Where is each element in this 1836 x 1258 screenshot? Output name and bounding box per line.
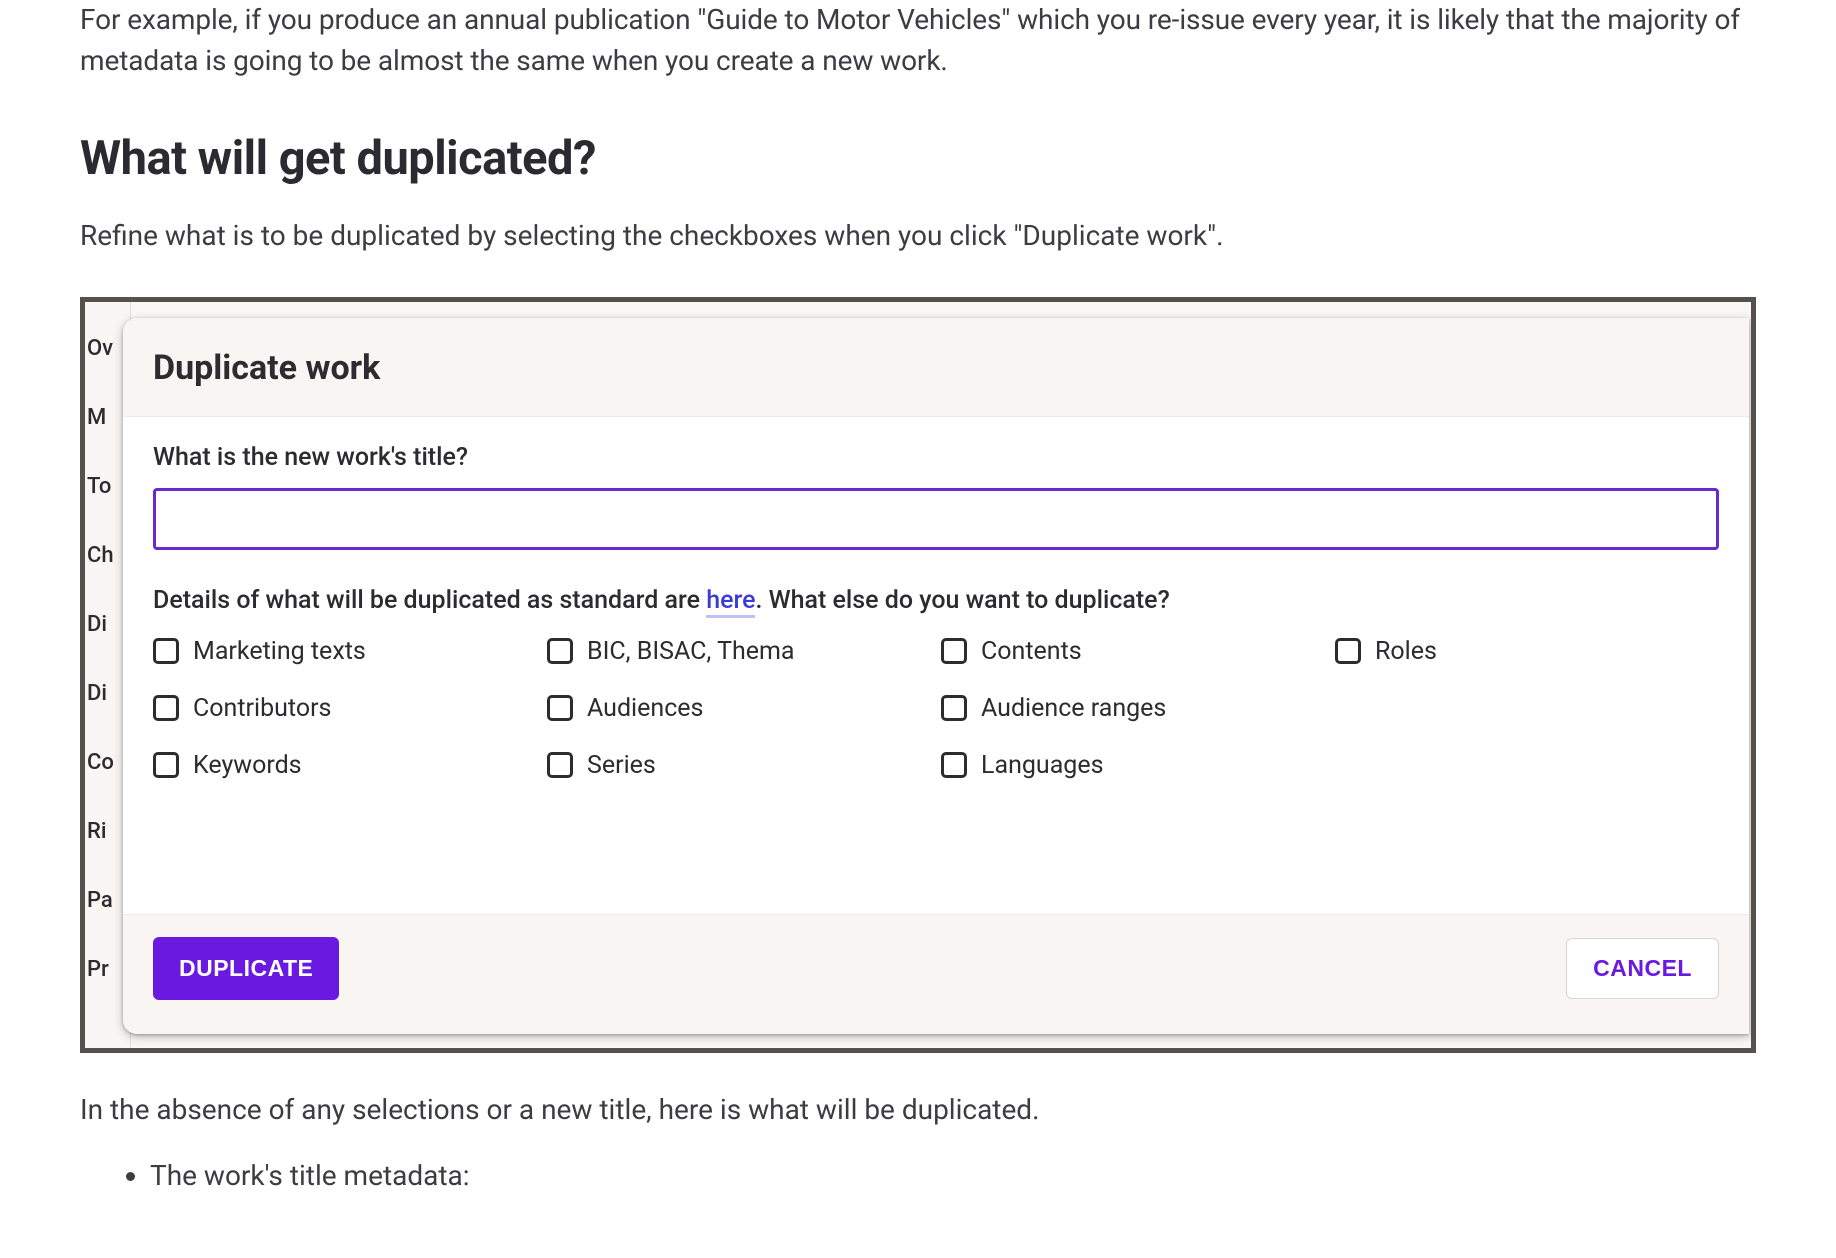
option-label: Roles <box>1375 637 1437 666</box>
list-item: The work's title metadata: <box>150 1156 1756 1197</box>
details-prefix: Details of what will be duplicated as st… <box>153 586 706 615</box>
screenshot-frame: Ov M To Ch Di Di Co Ri Pa Pr Duplicate w… <box>80 297 1756 1053</box>
modal-footer: DUPLICATE CANCEL <box>123 914 1749 1034</box>
option-label: Marketing texts <box>193 637 366 666</box>
duplicate-button[interactable]: DUPLICATE <box>153 937 339 1000</box>
option-bic-bisac-thema[interactable]: BIC, BISAC, Thema <box>547 637 931 666</box>
duplicate-work-modal: Duplicate work What is the new work's ti… <box>123 318 1749 1034</box>
checkbox-icon <box>153 695 179 721</box>
checkbox-icon <box>941 752 967 778</box>
article-body-paragraph: Refine what is to be duplicated by selec… <box>80 216 1756 257</box>
option-contents[interactable]: Contents <box>941 637 1325 666</box>
checkbox-icon <box>153 752 179 778</box>
details-here-link[interactable]: here <box>706 586 755 618</box>
cancel-button[interactable]: CANCEL <box>1566 938 1719 999</box>
checkbox-icon <box>547 695 573 721</box>
option-label: Contents <box>981 637 1082 666</box>
duplicate-options-grid: Marketing texts BIC, BISAC, Thema Conten… <box>153 637 1719 780</box>
option-label: Series <box>587 751 656 780</box>
option-empty-cell <box>1335 694 1719 723</box>
checkbox-icon <box>547 752 573 778</box>
option-series[interactable]: Series <box>547 751 931 780</box>
details-instruction: Details of what will be duplicated as st… <box>153 586 1719 615</box>
option-marketing-texts[interactable]: Marketing texts <box>153 637 537 666</box>
option-empty-cell <box>1335 751 1719 780</box>
option-audience-ranges[interactable]: Audience ranges <box>941 694 1325 723</box>
option-contributors[interactable]: Contributors <box>153 694 537 723</box>
details-suffix: . What else do you want to duplicate? <box>755 586 1169 615</box>
checkbox-icon <box>941 695 967 721</box>
followup-paragraph: In the absence of any selections or a ne… <box>80 1093 1756 1126</box>
modal-title: Duplicate work <box>153 348 1719 388</box>
section-heading: What will get duplicated? <box>80 131 1756 186</box>
new-work-title-input[interactable] <box>153 488 1719 550</box>
checkbox-icon <box>941 638 967 664</box>
option-label: Contributors <box>193 694 331 723</box>
checkbox-icon <box>153 638 179 664</box>
article-intro-paragraph: For example, if you produce an annual pu… <box>80 0 1756 81</box>
option-keywords[interactable]: Keywords <box>153 751 537 780</box>
option-languages[interactable]: Languages <box>941 751 1325 780</box>
title-field-label: What is the new work's title? <box>153 443 1719 472</box>
option-label: Audiences <box>587 694 703 723</box>
checkbox-icon <box>1335 638 1361 664</box>
option-label: Languages <box>981 751 1104 780</box>
checkbox-icon <box>547 638 573 664</box>
option-label: Audience ranges <box>981 694 1166 723</box>
option-audiences[interactable]: Audiences <box>547 694 931 723</box>
option-label: BIC, BISAC, Thema <box>587 637 795 666</box>
modal-body: What is the new work's title? Details of… <box>123 417 1749 914</box>
duplicated-items-list: The work's title metadata: <box>80 1156 1756 1197</box>
modal-header: Duplicate work <box>123 318 1749 417</box>
option-roles[interactable]: Roles <box>1335 637 1719 666</box>
option-label: Keywords <box>193 751 302 780</box>
